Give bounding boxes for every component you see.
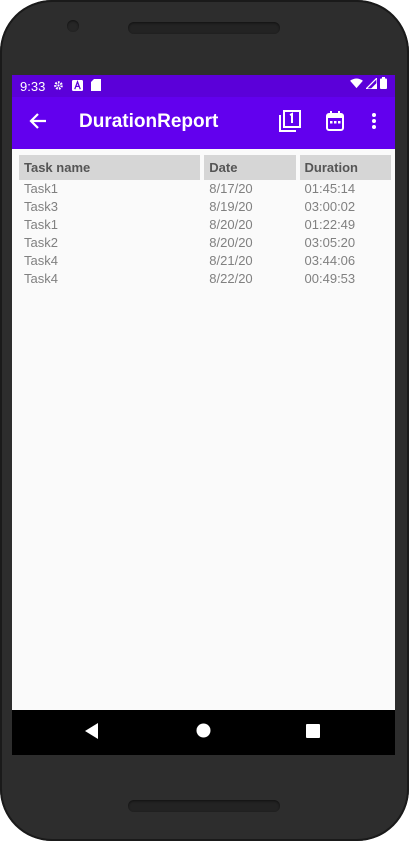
cell-task-name: Task1 bbox=[24, 217, 58, 232]
header-task-name[interactable]: Task name bbox=[19, 155, 201, 180]
cell-task-name: Task3 bbox=[24, 199, 58, 214]
calendar-button[interactable] bbox=[321, 109, 349, 137]
wifi-icon bbox=[350, 77, 363, 92]
cell-date: 8/21/20 bbox=[209, 253, 253, 268]
screen: 9:33 DurationReport Task name Date Durat… bbox=[12, 75, 395, 755]
header-duration[interactable]: Duration bbox=[299, 155, 391, 180]
table-row[interactable]: Task4 8/22/20 00:49:53 bbox=[19, 270, 391, 288]
table-row[interactable]: Task4 8/21/20 03:44:06 bbox=[19, 252, 391, 270]
status-bar: 9:33 bbox=[12, 75, 395, 97]
back-triangle-icon bbox=[85, 722, 99, 744]
cell-task-name: Task4 bbox=[24, 253, 58, 268]
calendar-icon bbox=[326, 110, 344, 136]
nav-recents-button[interactable] bbox=[298, 718, 328, 748]
cell-date: 8/20/20 bbox=[209, 217, 253, 232]
top-speaker bbox=[128, 22, 280, 34]
app-bar: DurationReport bbox=[12, 97, 395, 149]
table-row[interactable]: Task2 8/20/20 03:05:20 bbox=[19, 234, 391, 252]
cell-task-name: Task1 bbox=[24, 181, 58, 196]
cell-duration: 03:00:02 bbox=[304, 199, 356, 214]
filter-one-icon bbox=[279, 109, 301, 137]
signal-icon bbox=[364, 76, 378, 92]
home-circle-icon bbox=[196, 723, 211, 743]
cell-duration: 03:05:20 bbox=[304, 235, 356, 250]
filter-one-button[interactable] bbox=[276, 109, 304, 137]
cell-date: 8/17/20 bbox=[209, 181, 253, 196]
duration-table: Task name Date Duration Task1 8/17/20 01… bbox=[15, 155, 395, 288]
sdcard-icon bbox=[91, 78, 102, 94]
more-vert-icon bbox=[371, 112, 377, 135]
bottom-speaker bbox=[128, 800, 280, 812]
nav-back-button[interactable] bbox=[77, 718, 107, 748]
table-row[interactable]: Task1 8/17/20 01:45:14 bbox=[19, 180, 391, 198]
system-nav-bar bbox=[12, 710, 395, 755]
front-camera bbox=[67, 20, 79, 32]
cell-task-name: Task2 bbox=[24, 235, 58, 250]
status-time: 9:33 bbox=[20, 78, 46, 94]
header-date[interactable]: Date bbox=[204, 155, 296, 180]
table-row[interactable]: Task1 8/20/20 01:22:49 bbox=[19, 216, 391, 234]
arrow-back-icon bbox=[29, 112, 47, 135]
cell-duration: 01:45:14 bbox=[304, 181, 356, 196]
battery-icon bbox=[380, 77, 387, 92]
table-row[interactable]: Task3 8/19/20 03:00:02 bbox=[19, 198, 391, 216]
recents-square-icon bbox=[306, 723, 320, 743]
gear-icon bbox=[53, 79, 64, 94]
cell-duration: 00:49:53 bbox=[304, 271, 356, 286]
back-button[interactable] bbox=[24, 109, 52, 137]
more-options-button[interactable] bbox=[360, 109, 388, 137]
page-title: DurationReport bbox=[79, 111, 219, 132]
a-icon bbox=[72, 79, 84, 94]
nav-home-button[interactable] bbox=[188, 718, 218, 748]
cell-date: 8/22/20 bbox=[209, 271, 253, 286]
table-header-row: Task name Date Duration bbox=[19, 155, 391, 180]
phone-frame: 9:33 DurationReport Task name Date Durat… bbox=[0, 0, 409, 841]
cell-task-name: Task4 bbox=[24, 271, 58, 286]
cell-date: 8/20/20 bbox=[209, 235, 253, 250]
cell-duration: 03:44:06 bbox=[304, 253, 356, 268]
cell-duration: 01:22:49 bbox=[304, 217, 356, 232]
cell-date: 8/19/20 bbox=[209, 199, 253, 214]
